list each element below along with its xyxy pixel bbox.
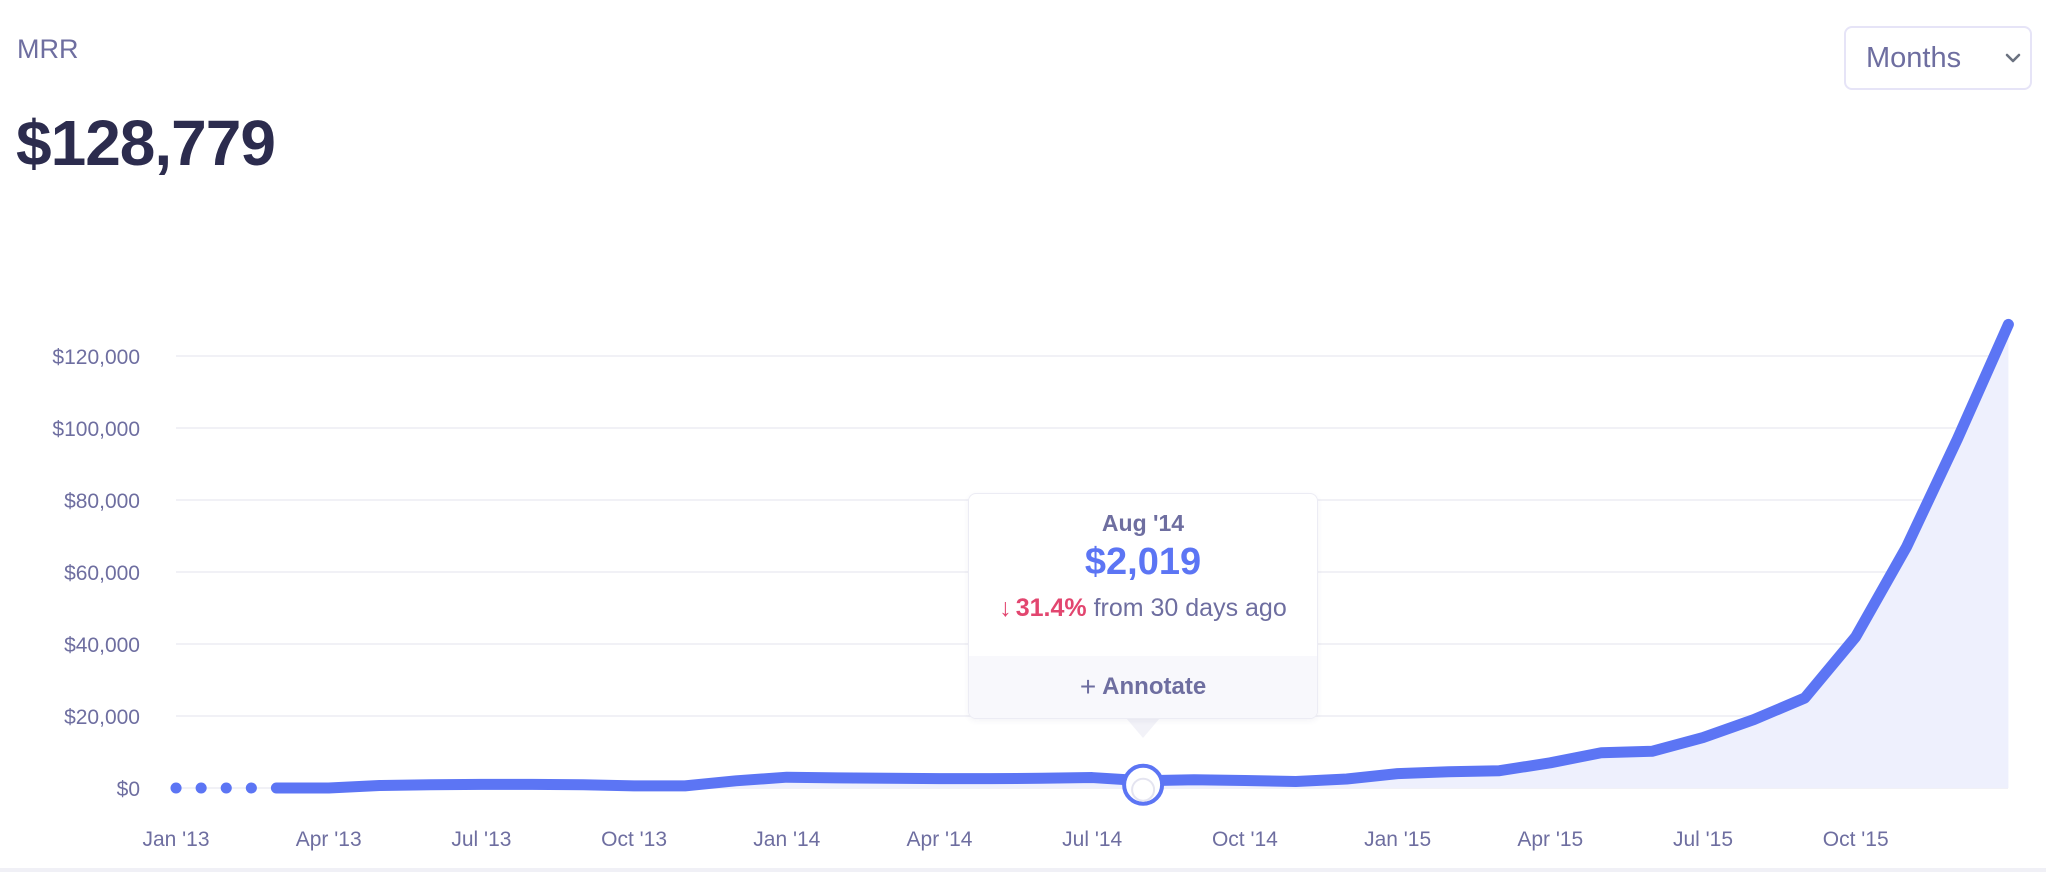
data-point bbox=[275, 785, 281, 791]
data-point bbox=[1191, 777, 1197, 783]
data-point bbox=[937, 776, 943, 782]
x-tick-label: Jan '15 bbox=[1364, 828, 1431, 851]
x-tick-label: Jul '14 bbox=[1062, 828, 1122, 851]
y-tick-label: $20,000 bbox=[64, 706, 140, 729]
data-point bbox=[580, 782, 586, 788]
data-point bbox=[1446, 769, 1452, 775]
data-point bbox=[1598, 750, 1604, 756]
data-point bbox=[1242, 777, 1248, 783]
annotate-button[interactable]: + Annotate bbox=[969, 656, 1317, 718]
data-point bbox=[733, 778, 739, 784]
x-tick-label: Jan '13 bbox=[142, 828, 209, 851]
data-point bbox=[835, 775, 841, 781]
data-point bbox=[682, 783, 688, 789]
data-point bbox=[987, 776, 993, 782]
data-point bbox=[2005, 321, 2011, 327]
data-point bbox=[1038, 775, 1044, 781]
data-point bbox=[478, 781, 484, 787]
x-tick-label: Apr '13 bbox=[296, 828, 362, 851]
plus-icon: + bbox=[1079, 671, 1097, 702]
tooltip-change-suffix: from 30 days ago bbox=[1093, 594, 1287, 622]
y-tick-label: $120,000 bbox=[52, 346, 140, 369]
x-tick-label: Apr '14 bbox=[907, 828, 973, 851]
x-tick-label: Oct '13 bbox=[601, 828, 667, 851]
y-tick-label: $80,000 bbox=[64, 490, 140, 513]
y-tick-label: $60,000 bbox=[64, 562, 140, 585]
data-point bbox=[377, 782, 383, 788]
x-tick-label: Apr '15 bbox=[1517, 828, 1583, 851]
data-point bbox=[784, 774, 790, 780]
data-point bbox=[326, 785, 332, 791]
data-point bbox=[886, 775, 892, 781]
data-point bbox=[1955, 436, 1961, 442]
data-point bbox=[1853, 634, 1859, 640]
data-point bbox=[631, 783, 637, 789]
data-point bbox=[1293, 779, 1299, 785]
x-tick-label: Jul '15 bbox=[1673, 828, 1733, 851]
tooltip-pointer bbox=[1126, 718, 1160, 738]
highlight-point bbox=[1122, 763, 1165, 806]
x-tick-label: Oct '15 bbox=[1823, 828, 1889, 851]
data-point bbox=[1089, 775, 1095, 781]
mrr-chart: $0 $20,000 $40,000 $60,000 $80,000 $100,000 $1… bbox=[52, 318, 2014, 851]
annotate-label: Annotate bbox=[1102, 673, 1207, 700]
x-tick-label: Jan '14 bbox=[753, 828, 820, 851]
tooltip-change: ↓ 31.4% from 30 days ago bbox=[969, 594, 1317, 623]
data-point bbox=[1395, 771, 1401, 777]
data-point bbox=[1547, 760, 1553, 766]
data-point bbox=[529, 781, 535, 787]
tooltip-change-pct: 31.4% bbox=[1015, 594, 1087, 622]
data-point bbox=[1496, 768, 1502, 774]
x-tick-label: Oct '14 bbox=[1212, 828, 1278, 851]
y-tick-label: $0 bbox=[117, 778, 140, 801]
data-point bbox=[173, 785, 179, 791]
data-point bbox=[1904, 544, 1910, 550]
y-tick-label: $100,000 bbox=[52, 418, 140, 441]
x-tick-label: Jul '13 bbox=[451, 828, 511, 851]
data-point bbox=[1751, 717, 1757, 723]
data-point bbox=[1700, 735, 1706, 741]
tooltip-date: Aug '14 bbox=[1101, 510, 1185, 536]
arrow-down-icon: ↓ bbox=[999, 594, 1012, 622]
data-point bbox=[1802, 695, 1808, 701]
data-point bbox=[428, 782, 434, 788]
y-tick-label: $40,000 bbox=[64, 634, 140, 657]
data-point bbox=[224, 785, 230, 791]
y-axis-labels: $0 $20,000 $40,000 $60,000 $80,000 $100,000 $1… bbox=[52, 346, 140, 801]
data-point bbox=[1649, 748, 1655, 754]
tooltip: Aug '14 $2,019 ↓ 31.4% from 30 days ago +… bbox=[968, 493, 1318, 719]
data-point bbox=[1344, 776, 1350, 782]
x-axis-labels: Jan '13 Apr '13 Jul '13 Oct '13 Jan '14 Apr '… bbox=[142, 828, 1888, 851]
bottom-border bbox=[0, 868, 2046, 872]
tooltip-value: $2,019 bbox=[1084, 541, 1202, 583]
